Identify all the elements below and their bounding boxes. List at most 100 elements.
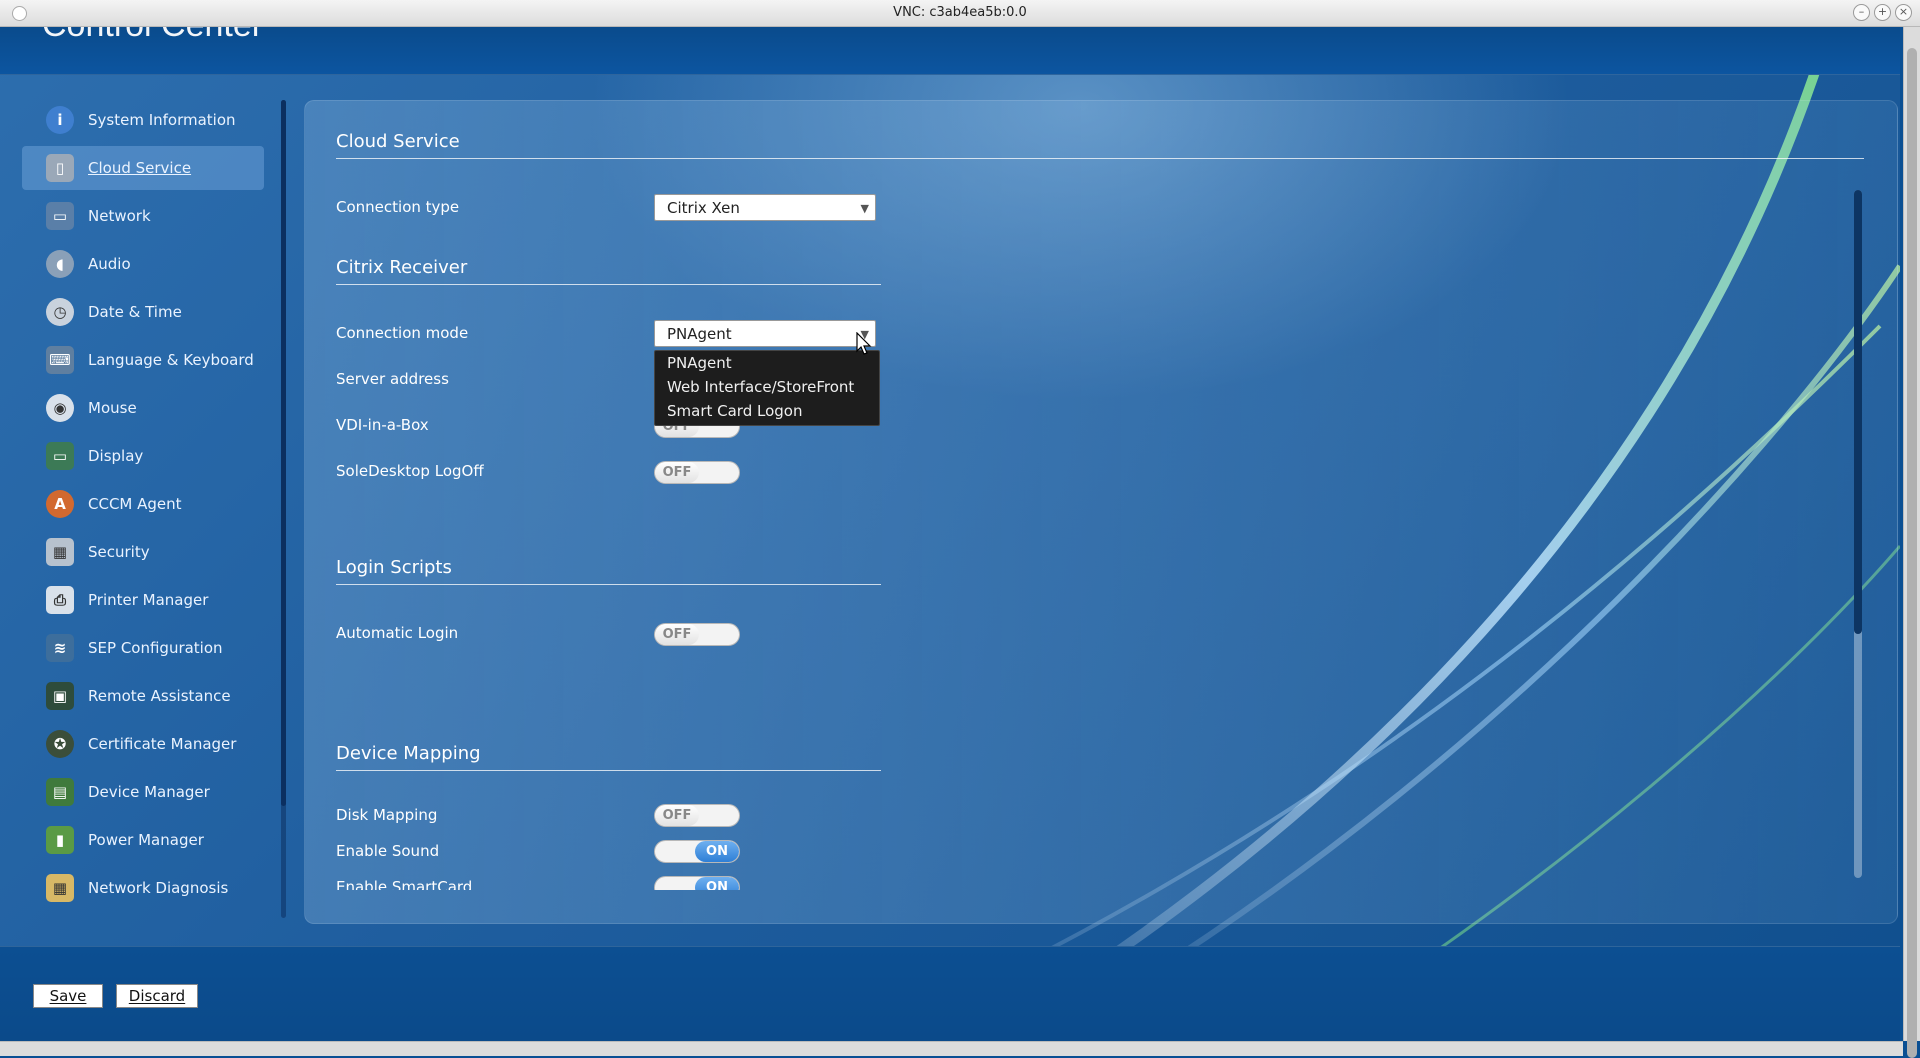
clipped-row: Enable SmartCard ON <box>330 872 890 890</box>
sidebar-item-label: Language & Keyboard <box>88 351 254 369</box>
sidebar-item-network-diagnosis[interactable]: ▦ Network Diagnosis <box>22 866 264 910</box>
divider <box>336 770 881 771</box>
sidebar-item-cccm-agent[interactable]: A CCCM Agent <box>22 482 264 526</box>
sidebar-item-system-information[interactable]: i System Information <box>22 98 264 142</box>
disk-mapping-label: Disk Mapping <box>336 806 438 824</box>
maximize-icon[interactable]: + <box>1874 4 1891 21</box>
display-icon: ▭ <box>46 442 74 470</box>
divider <box>336 284 881 285</box>
vnc-window-title: VNC: c3ab4ea5b:0.0 <box>893 5 1027 20</box>
app-title: Control Center <box>42 26 263 45</box>
sidebar-item-mouse[interactable]: ◉ Mouse <box>22 386 264 430</box>
discard-button[interactable]: Discard <box>116 984 198 1008</box>
connection-mode-label: Connection mode <box>336 324 469 342</box>
dropdown-option-pnagent[interactable]: PNAgent <box>667 354 732 372</box>
sidebar-item-network[interactable]: ▭ Network <box>22 194 264 238</box>
sidebar-item-remote-assistance[interactable]: ▣ Remote Assistance <box>22 674 264 718</box>
sidebar-item-label: CCCM Agent <box>88 495 182 513</box>
sidebar-item-label: Device Manager <box>88 783 210 801</box>
save-button[interactable]: Save <box>33 984 103 1008</box>
divider <box>336 158 1864 159</box>
dropdown-option-smart-card[interactable]: Smart Card Logon <box>667 402 802 420</box>
sidebar-item-printer-manager[interactable]: ⎙ Printer Manager <box>22 578 264 622</box>
mouse-cursor-icon <box>856 332 872 355</box>
toggle-state: ON <box>695 841 739 862</box>
divider <box>336 584 881 585</box>
sidebar-item-power-manager[interactable]: ▮ Power Manager <box>22 818 264 862</box>
sidebar-item-label: Network Diagnosis <box>88 879 229 897</box>
close-icon[interactable]: × <box>1895 4 1912 21</box>
sidebar-item-label: System Information <box>88 111 236 129</box>
sidebar-item-audio[interactable]: ◖ Audio <box>22 242 264 286</box>
connection-mode-value: PNAgent <box>667 325 732 343</box>
chevron-down-icon: ▼ <box>860 202 869 215</box>
battery-icon: ▮ <box>46 826 74 854</box>
connection-mode-dropdown: PNAgent Web Interface/StoreFront Smart C… <box>654 350 880 426</box>
sidebar-item-security[interactable]: ▦ Security <box>22 530 264 574</box>
sidebar-item-label: Network <box>88 207 151 225</box>
automatic-login-toggle[interactable]: OFF <box>654 623 740 646</box>
sidebar-item-certificate-manager[interactable]: ✪ Certificate Manager <box>22 722 264 766</box>
mouse-icon: ◉ <box>46 394 74 422</box>
sidebar-item-language-keyboard[interactable]: ⌨ Language & Keyboard <box>22 338 264 382</box>
sidebar-scrollbar-thumb[interactable] <box>281 100 286 806</box>
toggle-state: OFF <box>655 805 699 826</box>
main-panel <box>304 100 1898 924</box>
connection-type-select[interactable]: Citrix Xen ▼ <box>654 194 876 221</box>
sidebar-item-label: SEP Configuration <box>88 639 223 657</box>
network-icon: ▭ <box>46 202 74 230</box>
sidebar-item-label: Mouse <box>88 399 137 417</box>
enable-sound-label: Enable Sound <box>336 842 440 860</box>
security-icon: ▦ <box>46 538 74 566</box>
disk-mapping-toggle[interactable]: OFF <box>654 804 740 827</box>
sidebar-item-date-time[interactable]: ◷ Date & Time <box>22 290 264 334</box>
app-header: Control Center <box>0 26 1900 75</box>
speaker-icon: ◖ <box>46 250 74 278</box>
vdi-in-a-box-label: VDI-in-a-Box <box>336 416 429 434</box>
vnc-title-bar: VNC: c3ab4ea5b:0.0 – + × <box>0 0 1920 27</box>
cloud-server-icon: ▯ <box>46 154 74 182</box>
window-menu-icon[interactable] <box>12 6 27 21</box>
clock-icon: ◷ <box>46 298 74 326</box>
sidebar-item-label: Cloud Service <box>88 159 192 177</box>
automatic-login-label: Automatic Login <box>336 624 459 642</box>
toggle-state: OFF <box>655 624 699 645</box>
vnc-horizontal-scrollbar[interactable] <box>0 1041 1903 1056</box>
printer-icon: ⎙ <box>46 586 74 614</box>
content-scrollbar-thumb[interactable] <box>1854 190 1862 634</box>
connection-type-label: Connection type <box>336 198 460 216</box>
footer-bar <box>0 946 1900 1042</box>
agent-icon: A <box>46 490 74 518</box>
sidebar-item-label: Display <box>88 447 144 465</box>
remote-assistance-icon: ▣ <box>46 682 74 710</box>
sidebar-item-display[interactable]: ▭ Display <box>22 434 264 478</box>
vnc-vertical-scrollbar[interactable] <box>1903 26 1920 1058</box>
soledesktop-logoff-toggle[interactable]: OFF <box>654 461 740 484</box>
server-address-label: Server address <box>336 370 449 388</box>
sidebar-item-label: Audio <box>88 255 131 273</box>
info-icon: i <box>46 106 74 134</box>
sidebar-item-label: Security <box>88 543 150 561</box>
connection-mode-select[interactable]: PNAgent ▼ <box>654 320 876 347</box>
sidebar: i System Information ▯ Cloud Service ▭ N… <box>22 84 266 916</box>
sidebar-item-cloud-service[interactable]: ▯ Cloud Service <box>22 146 264 190</box>
section-title-device-mapping: Device Mapping <box>336 743 481 764</box>
keyboard-icon: ⌨ <box>46 346 74 374</box>
sidebar-item-label: Printer Manager <box>88 591 209 609</box>
sidebar-item-sep-configuration[interactable]: ≋ SEP Configuration <box>22 626 264 670</box>
sidebar-item-device-manager[interactable]: ▤ Device Manager <box>22 770 264 814</box>
soledesktop-logoff-label: SoleDesktop LogOff <box>336 462 484 480</box>
vnc-vertical-scrollbar-thumb[interactable] <box>1907 48 1917 1058</box>
section-title-citrix-receiver: Citrix Receiver <box>336 257 468 278</box>
device-icon: ▤ <box>46 778 74 806</box>
diagnosis-icon: ▦ <box>46 874 74 902</box>
toggle-state: ON <box>695 877 739 890</box>
minimize-icon[interactable]: – <box>1853 4 1870 21</box>
connection-type-value: Citrix Xen <box>667 199 740 217</box>
sidebar-item-label: Date & Time <box>88 303 182 321</box>
toggle-state: OFF <box>655 462 699 483</box>
enable-smartcard-toggle[interactable]: ON <box>654 876 740 890</box>
enable-sound-toggle[interactable]: ON <box>654 840 740 863</box>
dropdown-option-web-interface[interactable]: Web Interface/StoreFront <box>667 378 854 396</box>
sidebar-item-label: Power Manager <box>88 831 204 849</box>
